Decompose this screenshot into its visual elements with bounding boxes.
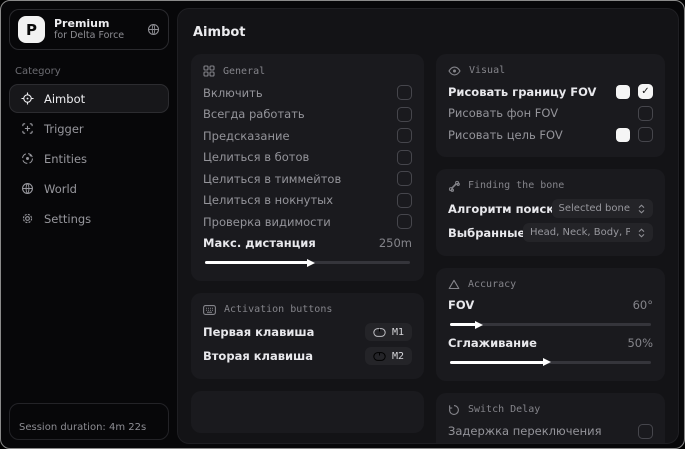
switch-delay-checkbox[interactable]: ✓ (638, 423, 653, 439)
visual-row: Рисовать цель FOV ✓ (448, 124, 653, 146)
premium-title: Premium (54, 16, 110, 30)
general-icon (203, 65, 215, 77)
visual-card: Visual Рисовать границу FOV ✓ Рисовать ф… (436, 54, 665, 157)
bone-card-header: Finding the bone (448, 180, 653, 192)
sidebar-item-trigger[interactable]: Trigger (9, 114, 169, 143)
sidebar-item-world[interactable]: World (9, 174, 169, 203)
smoothing-value: 50% (627, 335, 653, 350)
activation-buttons-card: Activation buttons Первая клавиша M1 Вто… (191, 293, 424, 379)
bone-row: Алгоритм поиска кост Selected bone (448, 197, 653, 221)
page-title: Aimbot (193, 25, 246, 40)
bone-icon (448, 180, 460, 192)
setting-row: Целиться в тиммейтов ✓ (203, 168, 412, 190)
sidebar-item-aimbot[interactable]: Aimbot (9, 84, 169, 113)
sidebar-item-label: Settings (44, 211, 92, 226)
keyboard-icon (203, 304, 216, 315)
app-window: P Premium for Delta Force Category Aimbo… (0, 0, 685, 449)
prediction-checkbox[interactable]: ✓ (397, 128, 412, 144)
first-key-button[interactable]: M1 (364, 323, 412, 341)
activation-card-header: Activation buttons (203, 304, 412, 315)
sidebar-item-label: Trigger (44, 121, 84, 136)
sidebar-item-label: Aimbot (44, 91, 86, 106)
always-work-checkbox[interactable]: ✓ (397, 106, 412, 122)
premium-text: Premium for Delta Force (54, 17, 124, 43)
premium-card[interactable]: P Premium for Delta Force (9, 9, 169, 50)
sidebar-item-entities[interactable]: Entities (9, 144, 169, 173)
switch-delay-card-header: Switch Delay (448, 404, 653, 416)
visual-row: Рисовать границу FOV ✓ (448, 81, 653, 103)
draw-fov-target-checkbox[interactable]: ✓ (638, 127, 653, 143)
accuracy-card: Accuracy FOV 60° Сглаживание 50% (436, 267, 665, 381)
setting-row: Целиться в нокнутых ✓ (203, 190, 412, 212)
sidebar-nav: Aimbot Trigger Entities World Settings (9, 84, 169, 233)
max-distance-value: 250m (378, 236, 412, 251)
sidebar-item-label: World (44, 181, 77, 196)
switch-delay-card: Switch Delay Задержка переключения ✓ Зад… (436, 392, 665, 443)
slider-fill[interactable] (205, 261, 308, 264)
slider-fill[interactable] (450, 323, 477, 326)
fov-slider[interactable] (450, 323, 651, 326)
empty-card (191, 391, 424, 433)
slider-label-row: Макс. дистанция 250m (203, 236, 412, 251)
globe-icon (20, 182, 34, 195)
main-panel: Aimbot General Включить ✓ В (177, 8, 679, 444)
session-duration-box: Session duration: 4m 22s (9, 403, 169, 440)
general-card: General Включить ✓ Всегда работать ✓ Пре… (191, 54, 424, 281)
history-icon (448, 404, 460, 416)
keybind-row: Первая клавиша M1 (203, 320, 412, 344)
fov-target-color-swatch[interactable] (616, 127, 630, 142)
target-knocked-checkbox[interactable]: ✓ (397, 192, 412, 208)
target-teammates-checkbox[interactable]: ✓ (397, 171, 412, 187)
mouse-icon (373, 327, 386, 337)
eye-icon (448, 66, 461, 76)
premium-subtitle: for Delta Force (54, 30, 125, 42)
setting-row: Задержка переключения ✓ (448, 421, 653, 443)
bone-row: Выбранные кос Head, Neck, Body, Pe... (448, 221, 653, 245)
session-duration-text: Session duration: 4m 22s (19, 422, 147, 433)
app-logo: P (18, 16, 45, 43)
slider-label-row: FOV 60° (448, 298, 653, 313)
fov-border-color-swatch[interactable] (616, 84, 630, 99)
setting-row: Целиться в ботов ✓ (203, 147, 412, 169)
slider-label-row: Сглаживание 50% (448, 335, 653, 350)
setting-row: Всегда работать ✓ (203, 104, 412, 126)
max-distance-slider[interactable] (205, 261, 410, 264)
general-card-header: General (203, 65, 412, 77)
language-icon[interactable] (147, 23, 160, 36)
expand-icon (637, 227, 646, 238)
category-label: Category (15, 66, 61, 77)
slider-label-row: Задержка переключения (мс) 1000 ms (448, 442, 653, 443)
setting-row: Предсказание ✓ (203, 125, 412, 147)
trigger-icon (20, 122, 34, 135)
setting-row: Проверка видимости ✓ (203, 211, 412, 233)
draw-fov-background-checkbox[interactable]: ✓ (638, 105, 653, 121)
expand-icon (637, 203, 646, 214)
entities-icon (20, 152, 34, 165)
draw-fov-border-checkbox[interactable]: ✓ (638, 84, 653, 100)
accuracy-card-header: Accuracy (448, 279, 653, 290)
second-key-button[interactable]: M2 (364, 347, 412, 365)
crosshair-icon (20, 92, 34, 105)
visibility-check-checkbox[interactable]: ✓ (397, 214, 412, 230)
sidebar: P Premium for Delta Force Category Aimbo… (1, 1, 177, 448)
visual-card-header: Visual (448, 65, 653, 76)
target-bots-checkbox[interactable]: ✓ (397, 149, 412, 165)
finding-bone-card: Finding the bone Алгоритм поиска кост Se… (436, 168, 665, 256)
keybind-row: Вторая клавиша M2 (203, 344, 412, 368)
smoothing-slider[interactable] (450, 360, 651, 364)
fov-value: 60° (632, 298, 653, 313)
slider-fill[interactable] (450, 360, 545, 364)
bone-algorithm-select[interactable]: Selected bone (551, 199, 653, 218)
sidebar-item-label: Entities (44, 151, 88, 166)
triangle-icon (448, 279, 460, 290)
visual-row: Рисовать фон FOV ✓ (448, 103, 653, 125)
gear-icon (20, 212, 34, 225)
sidebar-item-settings[interactable]: Settings (9, 204, 169, 233)
enable-checkbox[interactable]: ✓ (397, 85, 412, 101)
selected-bones-select[interactable]: Head, Neck, Body, Pe... (523, 223, 653, 242)
mouse-icon (373, 351, 386, 361)
setting-row: Включить ✓ (203, 82, 412, 104)
